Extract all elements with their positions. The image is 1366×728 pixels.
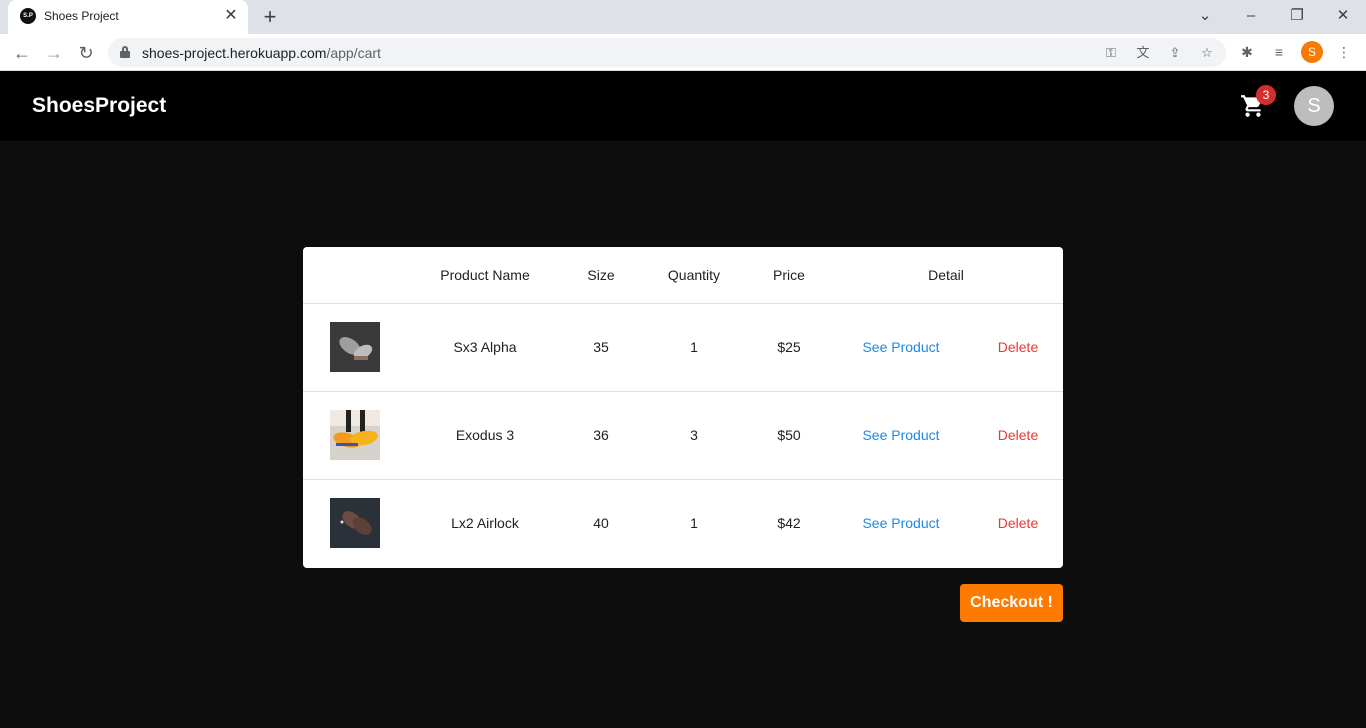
bookmark-star-icon[interactable]: ☆: [1197, 43, 1217, 63]
cart-count-badge: 3: [1256, 85, 1276, 105]
product-price: $25: [749, 303, 829, 392]
key-icon[interactable]: ⚿: [1101, 43, 1121, 63]
browser-toolbar: ← → ↻ shoes-project.herokuapp.com/app/ca…: [0, 34, 1366, 71]
minimize-icon[interactable]: –: [1241, 6, 1261, 26]
table-row: Sx3 Alpha 35 1 $25 See Product Delete: [303, 303, 1063, 392]
see-product-link[interactable]: See Product: [862, 427, 939, 443]
tab-close-icon[interactable]: ✕: [222, 7, 240, 25]
product-price: $50: [749, 391, 829, 480]
delete-item-button[interactable]: Delete: [998, 427, 1038, 443]
translate-icon[interactable]: 文: [1133, 43, 1153, 63]
reload-icon[interactable]: ↻: [74, 41, 98, 65]
tab-search-chevron-icon[interactable]: ⌄: [1195, 6, 1215, 26]
browser-tab[interactable]: S.P Shoes Project ✕: [8, 0, 248, 34]
media-queue-icon[interactable]: ≡: [1269, 42, 1289, 62]
share-icon[interactable]: ⇪: [1165, 43, 1185, 63]
tab-title: Shoes Project: [44, 9, 119, 23]
column-header-image: [303, 247, 407, 304]
product-thumbnail: [330, 322, 380, 372]
table-header-row: Product Name Size Quantity Price Detail: [303, 247, 1063, 304]
column-header-quantity: Quantity: [639, 247, 749, 304]
url-host: shoes-project.herokuapp.com: [142, 45, 327, 61]
user-avatar[interactable]: S: [1294, 86, 1334, 126]
browser-profile-avatar[interactable]: S: [1301, 41, 1323, 63]
product-quantity: 3: [639, 391, 749, 480]
column-header-price: Price: [749, 247, 829, 304]
product-name: Sx3 Alpha: [407, 303, 563, 392]
browser-tabstrip: S.P Shoes Project ✕ + ⌄ – ❐ ✕: [0, 0, 1366, 34]
product-size: 36: [563, 391, 639, 480]
url-text: shoes-project.herokuapp.com/app/cart: [142, 45, 381, 61]
new-tab-icon[interactable]: +: [258, 5, 282, 29]
brand-logo[interactable]: ShoesProject: [32, 94, 166, 118]
delete-item-button[interactable]: Delete: [998, 339, 1038, 355]
product-thumbnail: [330, 410, 380, 460]
product-name: Exodus 3: [407, 391, 563, 480]
product-size: 40: [593, 514, 609, 531]
see-product-link[interactable]: See Product: [862, 515, 939, 531]
lock-icon[interactable]: [120, 46, 130, 58]
product-quantity: 1: [639, 303, 749, 392]
table-row: Exodus 3 36 3 $50 See Product Delete: [303, 391, 1063, 480]
cart-table: Product Name Size Quantity Price Detail …: [303, 247, 1063, 566]
product-quantity: 1: [690, 514, 698, 531]
window-close-icon[interactable]: ✕: [1333, 6, 1353, 26]
url-path: /app/cart: [326, 45, 381, 61]
product-price: $42: [777, 514, 801, 531]
column-header-product-name: Product Name: [407, 247, 563, 304]
browser-menu-icon[interactable]: ⋮: [1334, 42, 1354, 62]
checkout-button[interactable]: Checkout !: [960, 584, 1063, 622]
restore-icon[interactable]: ❐: [1287, 6, 1307, 26]
back-arrow-icon[interactable]: ←: [10, 41, 34, 65]
cart-card: Product Name Size Quantity Price Detail …: [303, 247, 1063, 568]
column-header-size: Size: [563, 247, 639, 304]
forward-arrow-icon[interactable]: →: [42, 41, 66, 65]
extensions-puzzle-icon[interactable]: ✱: [1237, 42, 1257, 62]
product-thumbnail: [330, 497, 380, 548]
column-header-detail: Detail: [829, 247, 1063, 304]
see-product-link[interactable]: See Product: [862, 339, 939, 355]
product-size: 35: [563, 303, 639, 392]
table-row: Lx2 Airlock 40 1 $42 See Product Delete: [303, 479, 1063, 566]
app-header: ShoesProject 3 S: [0, 71, 1366, 141]
delete-item-button[interactable]: Delete: [998, 515, 1038, 531]
site-favicon-icon: S.P: [20, 8, 36, 24]
product-name: Lx2 Airlock: [451, 514, 519, 531]
address-bar[interactable]: shoes-project.herokuapp.com/app/cart ⚿ 文…: [108, 38, 1226, 67]
